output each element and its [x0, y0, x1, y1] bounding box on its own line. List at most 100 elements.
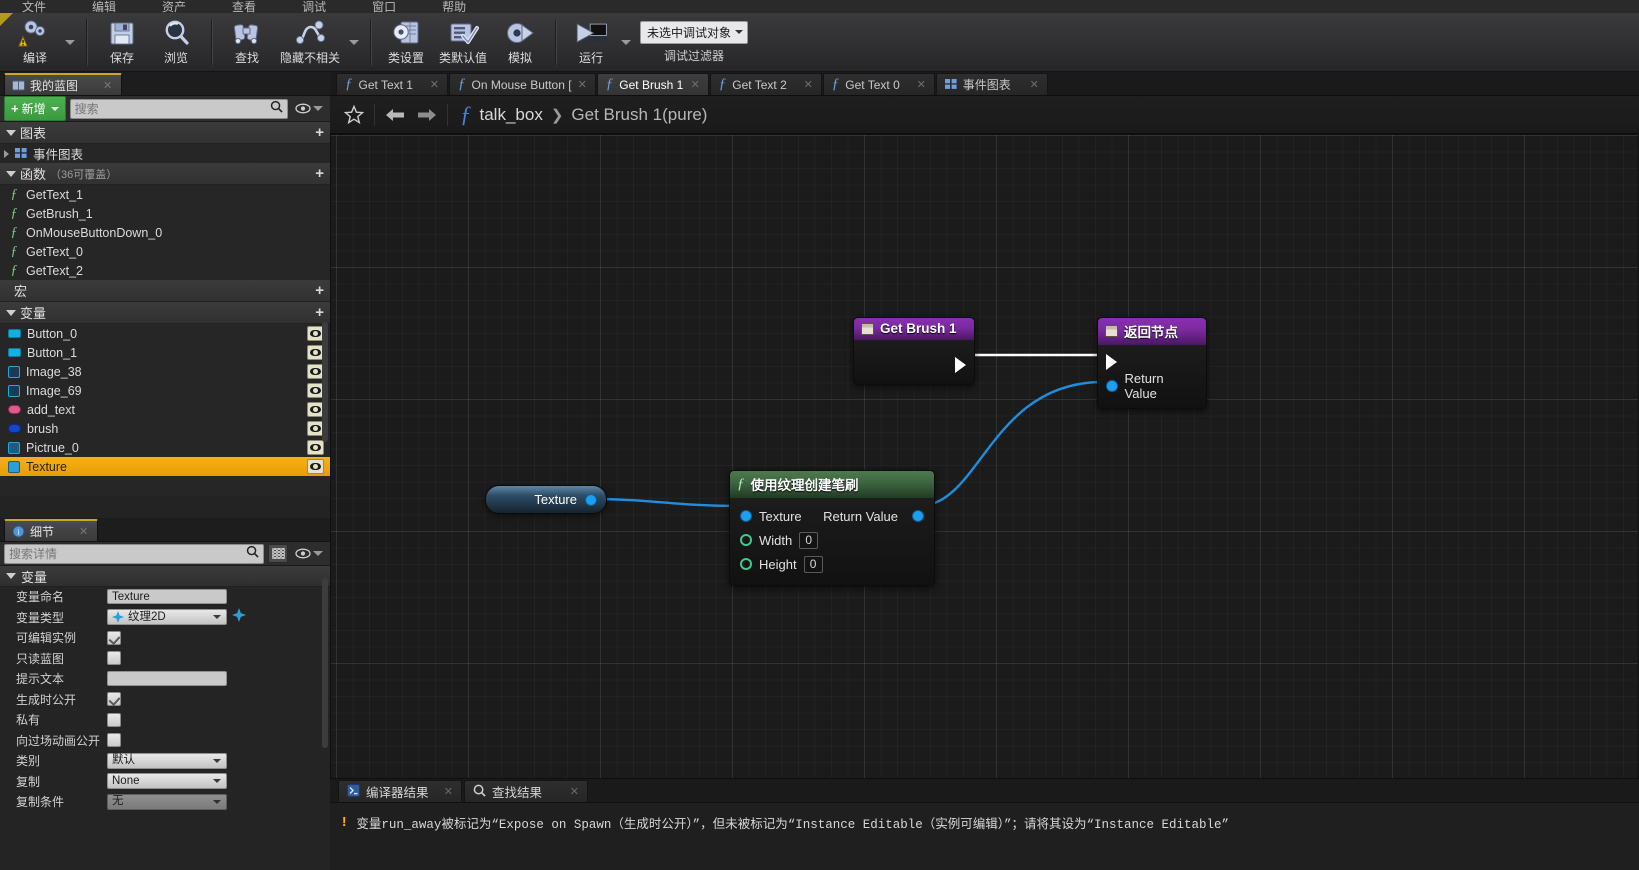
run-options-caret[interactable]	[618, 13, 634, 71]
menu-item-window[interactable]: 窗口	[372, 1, 396, 13]
tree-item-function[interactable]: ƒ GetText_1	[0, 185, 330, 204]
return-value-pin[interactable]	[1106, 380, 1118, 392]
details-grid-view-button[interactable]	[268, 544, 288, 563]
close-icon[interactable]: ✕	[1030, 78, 1039, 91]
details-search-input[interactable]	[9, 546, 246, 561]
return-value-output-pin[interactable]	[912, 510, 924, 522]
details-category-variable[interactable]: 变量	[0, 566, 330, 587]
variable-type-select[interactable]: 纹理2D	[107, 609, 227, 626]
simulate-button[interactable]: 模拟	[493, 13, 547, 71]
tab-compiler-results[interactable]: 编译器结果 ✕	[338, 780, 462, 802]
section-macros[interactable]: 宏 +	[0, 280, 330, 302]
details-visibility-button[interactable]	[292, 548, 326, 559]
visibility-options-button[interactable]	[292, 103, 326, 114]
tab-find-results[interactable]: 查找结果 ✕	[464, 780, 588, 802]
search-input[interactable]	[74, 101, 270, 116]
section-graphs[interactable]: 图表 +	[0, 122, 330, 144]
close-icon[interactable]: ✕	[570, 785, 579, 798]
replication-condition-select[interactable]: 无	[107, 793, 227, 810]
replication-select[interactable]: None	[107, 773, 227, 790]
close-icon[interactable]: ✕	[691, 78, 700, 91]
height-input-pin[interactable]	[740, 558, 752, 570]
tree-item-function[interactable]: ƒ GetBrush_1	[0, 204, 330, 223]
save-button[interactable]: 保存	[95, 13, 149, 71]
texture-getter-output-pin[interactable]	[585, 493, 597, 506]
close-icon[interactable]: ✕	[917, 78, 926, 91]
find-button[interactable]: 查找	[220, 13, 274, 71]
hide-unrelated-button[interactable]: 隐藏不相关	[274, 13, 346, 71]
category-select[interactable]: 默认	[107, 752, 227, 769]
variable-name-input[interactable]: Texture	[107, 589, 227, 605]
expose-to-cinematics-checkbox[interactable]	[107, 733, 121, 748]
compile-button[interactable]: 编译	[8, 13, 62, 71]
chevron-right-icon[interactable]	[4, 149, 9, 158]
section-variables[interactable]: 变量 +	[0, 302, 330, 324]
exec-input-pin[interactable]	[1106, 354, 1117, 370]
graph-tab-get-text-2[interactable]: ƒ Get Text 2 ✕	[709, 73, 822, 95]
blueprint-readonly-checkbox[interactable]	[107, 651, 121, 666]
details-search[interactable]	[4, 543, 264, 564]
close-icon[interactable]: ✕	[804, 78, 813, 91]
variable-visibility-toggle[interactable]	[307, 440, 324, 455]
tab-details[interactable]: i 细节 ✕	[4, 519, 99, 541]
tooltip-input[interactable]	[107, 671, 227, 687]
my-blueprint-scrollbar[interactable]	[322, 322, 328, 442]
debug-object-select[interactable]: 未选中调试对象	[640, 20, 749, 44]
close-icon[interactable]: ✕	[430, 78, 439, 91]
tree-item-function[interactable]: ƒ GetText_0	[0, 242, 330, 261]
menu-item-file[interactable]: 文件	[22, 1, 46, 13]
browse-button[interactable]: 浏览	[149, 13, 203, 71]
width-input-field[interactable]: 0	[799, 531, 819, 549]
private-checkbox[interactable]	[107, 712, 121, 727]
expose-on-spawn-checkbox[interactable]	[107, 692, 121, 707]
node-return[interactable]: 返回节点 Return Value	[1097, 317, 1207, 409]
menu-item-asset[interactable]: 资产	[162, 1, 186, 13]
tree-item-variable[interactable]: brush	[0, 419, 330, 438]
add-graph-button[interactable]: +	[315, 125, 324, 140]
graph-tab-on-mouse-button-down[interactable]: ƒ On Mouse Button [ ✕	[449, 73, 596, 95]
node-make-brush-from-texture[interactable]: ƒ 使用纹理创建笔刷 Texture Return Value Width 0	[729, 470, 935, 586]
graph-tab-get-text-0[interactable]: ƒ Get Text 0 ✕	[822, 73, 935, 95]
menu-item-edit[interactable]: 编辑	[92, 1, 116, 13]
menu-item-debug[interactable]: 调试	[302, 1, 326, 13]
browse-type-icon[interactable]	[232, 607, 246, 627]
close-icon[interactable]: ✕	[578, 78, 587, 91]
back-arrow-icon[interactable]	[379, 100, 411, 130]
node-texture-getter[interactable]: Texture	[485, 485, 607, 514]
tree-item-variable[interactable]: Button_1	[0, 343, 330, 362]
tab-my-blueprint[interactable]: 我的蓝图 ✕	[4, 73, 123, 95]
my-blueprint-tree[interactable]: 图表 + 事件图表 函数 （36可覆盖） + ƒ GetText_1 ƒ GetBr…	[0, 122, 330, 496]
close-icon[interactable]: ✕	[103, 79, 112, 92]
node-get-brush-1[interactable]: Get Brush 1	[853, 317, 975, 385]
graph-tab-get-brush-1[interactable]: ƒ Get Brush 1 ✕	[596, 73, 709, 95]
add-function-button[interactable]: +	[315, 166, 324, 181]
graph-tab-get-text-1[interactable]: ƒ Get Text 1 ✕	[336, 73, 448, 95]
height-input-field[interactable]: 0	[803, 555, 823, 573]
tree-item-variable[interactable]: Pictrue_0	[0, 438, 330, 457]
section-functions[interactable]: 函数 （36可覆盖） +	[0, 163, 330, 185]
tree-item-variable[interactable]: Image_69	[0, 381, 330, 400]
menu-bar[interactable]: 文件 编辑 资产 查看 调试 窗口 帮助	[0, 0, 1639, 13]
exec-output-pin[interactable]	[955, 357, 966, 373]
width-input-pin[interactable]	[740, 534, 752, 546]
add-new-button[interactable]: + 新增	[4, 96, 66, 121]
details-scrollbar[interactable]	[322, 578, 328, 748]
run-button[interactable]: 运行	[564, 13, 618, 71]
compile-options-caret[interactable]	[62, 13, 78, 71]
tree-item-variable[interactable]: add_text	[0, 400, 330, 419]
add-macro-button[interactable]: +	[315, 283, 324, 298]
variable-visibility-toggle[interactable]	[307, 459, 324, 474]
tree-item-variable[interactable]: Button_0	[0, 324, 330, 343]
tree-item-variable-texture[interactable]: Texture	[0, 457, 330, 476]
tree-item-variable[interactable]: Image_38	[0, 362, 330, 381]
blueprint-canvas[interactable]: Get Brush 1 返回节点 Return Value ƒ 使用纹理创建笔刷…	[330, 134, 1639, 850]
close-icon[interactable]: ✕	[79, 525, 88, 538]
tree-item-event-graph[interactable]: 事件图表	[0, 144, 330, 163]
my-blueprint-search[interactable]	[69, 98, 288, 119]
instance-editable-checkbox[interactable]	[107, 630, 121, 645]
menu-item-help[interactable]: 帮助	[442, 1, 466, 13]
tree-item-function[interactable]: ƒ OnMouseButtonDown_0	[0, 223, 330, 242]
compiler-results-output[interactable]: ! 变量run_away被标记为“Expose on Spawn（生成时公开）”…	[330, 802, 1639, 870]
hide-unrelated-caret[interactable]	[346, 13, 362, 71]
graph-tab-event-graph[interactable]: 事件图表 ✕	[935, 73, 1048, 95]
